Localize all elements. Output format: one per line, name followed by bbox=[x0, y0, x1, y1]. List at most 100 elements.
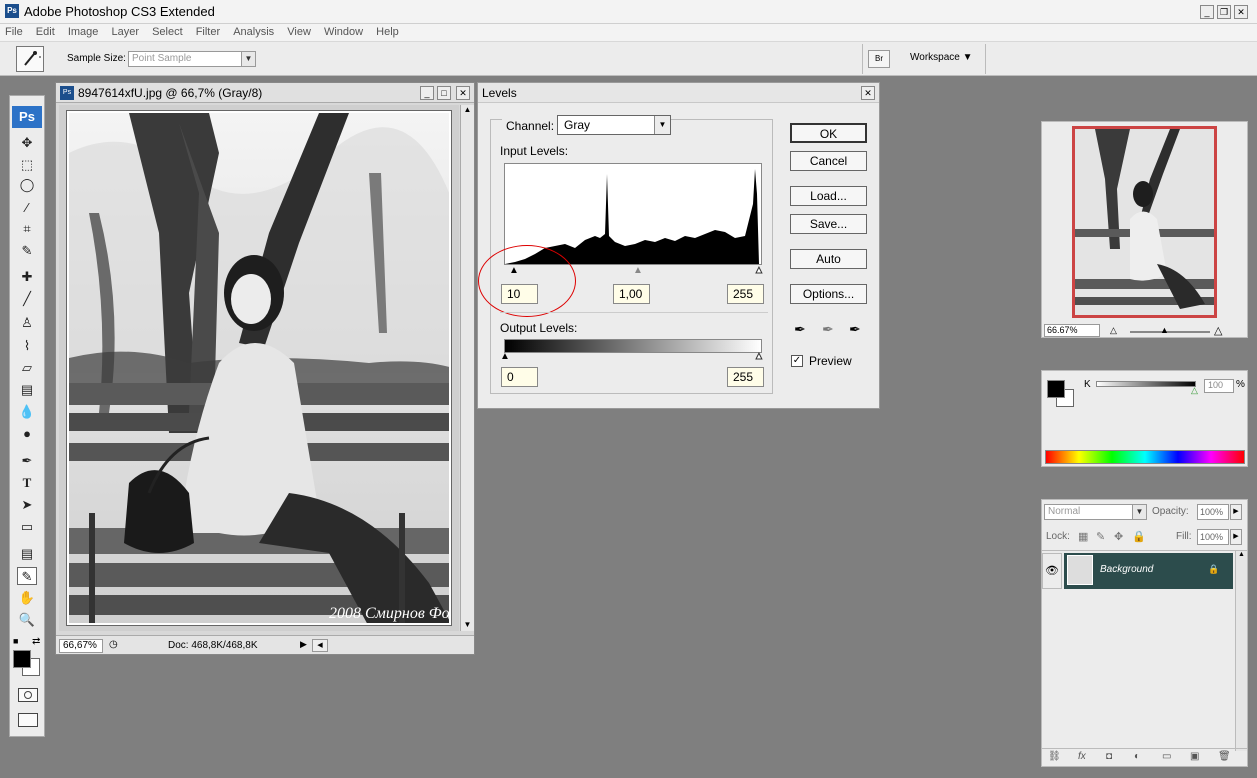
menu-image[interactable]: Image bbox=[63, 24, 104, 38]
shape-tool-icon[interactable]: ▭ bbox=[17, 518, 37, 536]
k-slider-thumb-icon[interactable]: △ bbox=[1191, 385, 1198, 396]
input-white-field[interactable]: 255 bbox=[727, 284, 764, 304]
navigator-zoom-field[interactable]: 66.67% bbox=[1044, 324, 1100, 337]
lock-image-icon[interactable]: ✎ bbox=[1096, 530, 1105, 543]
foreground-color-swatch[interactable] bbox=[1047, 380, 1065, 398]
minimize-icon[interactable]: _ bbox=[1200, 5, 1214, 19]
layer-mask-icon[interactable]: ◘ bbox=[1106, 751, 1112, 762]
close-icon[interactable]: ✕ bbox=[456, 86, 470, 100]
screen-mode-icon[interactable] bbox=[18, 713, 38, 727]
lasso-tool-icon[interactable]: ◯ bbox=[17, 176, 37, 194]
menu-edit[interactable]: Edit bbox=[31, 24, 60, 38]
lock-all-icon[interactable]: 🔒 bbox=[1132, 530, 1146, 543]
healing-brush-tool-icon[interactable]: ✚ bbox=[17, 268, 37, 286]
blend-mode-dropdown[interactable]: Normal ▼ bbox=[1044, 504, 1147, 520]
swap-colors-icon[interactable]: ⇄ bbox=[32, 636, 40, 647]
brush-tool-icon[interactable]: ╱ bbox=[17, 290, 37, 308]
input-gamma-field[interactable]: 1,00 bbox=[613, 284, 650, 304]
minimize-icon[interactable]: _ bbox=[420, 86, 434, 100]
lock-position-icon[interactable]: ✥ bbox=[1114, 530, 1123, 543]
adjustment-layer-icon[interactable]: ◐ bbox=[1134, 751, 1140, 762]
scroll-down-icon[interactable]: ▼ bbox=[461, 620, 474, 629]
scroll-left-icon[interactable]: ◀ bbox=[312, 639, 328, 652]
cancel-button[interactable]: Cancel bbox=[790, 151, 867, 171]
navigator-preview[interactable] bbox=[1072, 126, 1217, 318]
slice-tool-icon[interactable]: ✎ bbox=[17, 242, 37, 260]
marquee-tool-icon[interactable]: ⬚ bbox=[17, 156, 37, 174]
output-black-field[interactable]: 0 bbox=[501, 367, 538, 387]
bridge-icon[interactable]: Br bbox=[868, 50, 890, 68]
k-value-field[interactable]: 100 bbox=[1204, 379, 1234, 393]
ok-button[interactable]: OK bbox=[790, 123, 867, 143]
history-brush-tool-icon[interactable]: ⌇ bbox=[17, 337, 37, 355]
path-selection-tool-icon[interactable]: ➤ bbox=[17, 496, 37, 514]
lock-transparent-icon[interactable]: ▦ bbox=[1078, 530, 1088, 543]
output-white-slider-icon[interactable]: ▲ bbox=[754, 351, 765, 363]
output-black-slider-icon[interactable]: ▲ bbox=[500, 351, 510, 362]
status-info-icon[interactable]: ◷ bbox=[109, 639, 118, 650]
ps-logo-icon[interactable]: Ps bbox=[12, 106, 42, 128]
new-group-icon[interactable]: ▭ bbox=[1162, 751, 1171, 762]
delete-layer-icon[interactable]: 🗑 bbox=[1218, 751, 1231, 762]
layer-row-background[interactable]: Background 🔒 bbox=[1064, 553, 1233, 589]
opacity-field[interactable]: 100% bbox=[1197, 504, 1229, 520]
canvas-area[interactable]: 2008 Смирнов Фото bbox=[59, 105, 459, 631]
document-title-bar[interactable]: Ps 8947614xfU.jpg @ 66,7% (Gray/8) _ □ ✕ bbox=[56, 83, 474, 103]
scroll-up-icon[interactable]: ▲ bbox=[461, 105, 474, 114]
close-icon[interactable]: ✕ bbox=[861, 86, 875, 100]
menu-file[interactable]: File bbox=[0, 24, 28, 38]
status-menu-arrow-icon[interactable]: ▶ bbox=[300, 639, 307, 650]
tool-preset-picker[interactable] bbox=[16, 46, 44, 72]
zoom-out-icon[interactable]: △ bbox=[1110, 325, 1117, 336]
quick-mask-icon[interactable] bbox=[18, 688, 38, 702]
pen-tool-icon[interactable]: ✒ bbox=[17, 452, 37, 470]
channel-dropdown[interactable]: Gray ▼ bbox=[557, 115, 671, 135]
opacity-arrow-icon[interactable]: ▶ bbox=[1230, 504, 1242, 520]
notes-tool-icon[interactable]: ▤ bbox=[17, 545, 37, 563]
hand-tool-icon[interactable]: ✋ bbox=[17, 589, 37, 607]
blur-tool-icon[interactable]: 💧 bbox=[17, 403, 37, 421]
default-colors-icon[interactable]: ■ bbox=[13, 636, 18, 646]
input-white-slider-icon[interactable]: ▲ bbox=[754, 265, 765, 277]
sample-size-dropdown[interactable]: Point Sample ▼ bbox=[128, 51, 256, 67]
eye-visibility-icon[interactable]: 👁 bbox=[1042, 553, 1062, 589]
clone-stamp-tool-icon[interactable]: ♙ bbox=[17, 314, 37, 332]
output-white-field[interactable]: 255 bbox=[727, 367, 764, 387]
scroll-up-icon[interactable]: ▲ bbox=[1236, 551, 1247, 558]
gray-eyedropper-icon[interactable]: ✒ bbox=[822, 321, 834, 338]
vertical-scrollbar[interactable]: ▲ ▼ bbox=[460, 105, 474, 631]
menu-select[interactable]: Select bbox=[147, 24, 188, 38]
preview-checkbox[interactable]: ✓ bbox=[791, 355, 803, 367]
load-button[interactable]: Load... bbox=[790, 186, 867, 206]
menu-layer[interactable]: Layer bbox=[106, 24, 144, 38]
dodge-tool-icon[interactable]: ● bbox=[17, 425, 37, 443]
gradient-tool-icon[interactable]: ▤ bbox=[17, 381, 37, 399]
save-button[interactable]: Save... bbox=[790, 214, 867, 234]
k-slider[interactable] bbox=[1096, 381, 1196, 387]
magic-wand-tool-icon[interactable]: ⁄ bbox=[17, 199, 37, 217]
input-gamma-slider-icon[interactable]: ▲ bbox=[633, 265, 643, 276]
photo-canvas[interactable]: 2008 Смирнов Фото bbox=[66, 110, 452, 626]
black-eyedropper-icon[interactable]: ✒ bbox=[794, 321, 806, 338]
layers-scrollbar[interactable]: ▲ bbox=[1235, 551, 1247, 751]
close-icon[interactable]: ✕ bbox=[1234, 5, 1248, 19]
foreground-color-swatch[interactable] bbox=[13, 650, 31, 668]
move-tool-icon[interactable]: ✥ bbox=[17, 134, 37, 152]
fill-arrow-icon[interactable]: ▶ bbox=[1230, 529, 1242, 545]
menu-filter[interactable]: Filter bbox=[191, 24, 225, 38]
workspace-button[interactable]: Workspace ▼ bbox=[910, 52, 973, 63]
zoom-field[interactable]: 66,67% bbox=[59, 639, 103, 653]
crop-tool-icon[interactable]: ⌗ bbox=[17, 220, 37, 238]
fill-field[interactable]: 100% bbox=[1197, 529, 1229, 545]
levels-title-bar[interactable]: Levels ✕ bbox=[478, 83, 879, 103]
options-button[interactable]: Options... bbox=[790, 284, 867, 304]
navigator-zoom-slider[interactable] bbox=[1130, 331, 1210, 333]
menu-view[interactable]: View bbox=[282, 24, 316, 38]
new-layer-icon[interactable]: ▣ bbox=[1190, 751, 1199, 762]
auto-button[interactable]: Auto bbox=[790, 249, 867, 269]
eyedropper-tool-icon[interactable]: ✎ bbox=[17, 567, 37, 585]
zoom-in-icon[interactable]: △ bbox=[1214, 324, 1222, 337]
eraser-tool-icon[interactable]: ▱ bbox=[17, 359, 37, 377]
maximize-icon[interactable]: ❐ bbox=[1217, 5, 1231, 19]
layer-style-icon[interactable]: fx bbox=[1078, 751, 1086, 762]
